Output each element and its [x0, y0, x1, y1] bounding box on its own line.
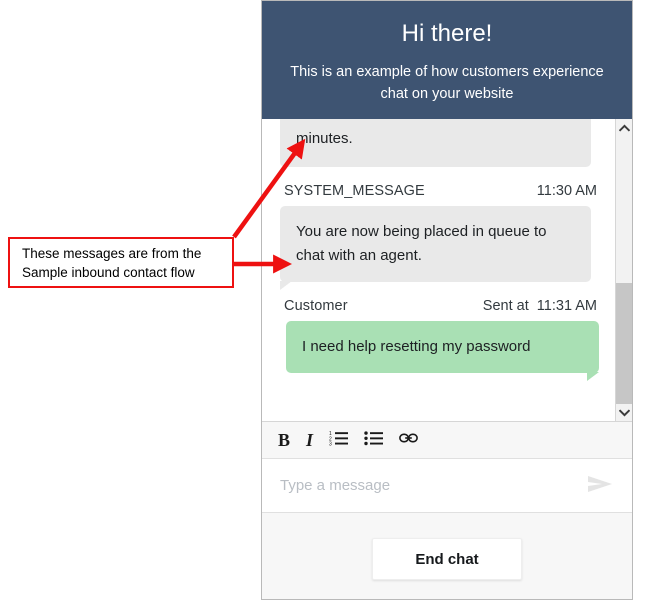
- bold-button[interactable]: B: [278, 431, 290, 449]
- italic-button[interactable]: I: [306, 431, 313, 449]
- chat-footer: End chat: [262, 513, 632, 599]
- message-meta: SYSTEM_MESSAGE 11:30 AM: [280, 169, 601, 206]
- message-time: Sent at 11:31 AM: [482, 298, 597, 314]
- chat-greeting: Hi there!: [401, 20, 493, 47]
- message-input[interactable]: [280, 477, 584, 494]
- message-sender: Customer: [284, 298, 348, 314]
- messages-area: minutes. SYSTEM_MESSAGE 11:30 AM You are…: [262, 119, 632, 422]
- unordered-list-button[interactable]: [364, 430, 384, 450]
- ordered-list-button[interactable]: 1 2 3: [329, 430, 349, 450]
- chat-widget: Hi there! This is an example of how cust…: [261, 0, 633, 600]
- annotation-text: These messages are from the Sample inbou…: [22, 244, 201, 282]
- chat-header: Hi there! This is an example of how cust…: [262, 1, 632, 119]
- chevron-up-icon: [618, 124, 630, 132]
- message-item: SYSTEM_MESSAGE 11:30 AM You are now bein…: [280, 169, 601, 290]
- message-item: minutes.: [280, 119, 601, 167]
- ordered-list-icon: 1 2 3: [329, 430, 349, 450]
- scroll-down-button[interactable]: [616, 404, 632, 421]
- message-time: 11:30 AM: [536, 183, 597, 199]
- scrollbar-track[interactable]: [616, 136, 632, 404]
- chat-subtitle: This is an example of how customers expe…: [290, 64, 604, 102]
- scroll-up-button[interactable]: [616, 119, 632, 136]
- message-item: Customer Sent at 11:31 AM I need help re…: [280, 284, 601, 381]
- messages-list: minutes. SYSTEM_MESSAGE 11:30 AM You are…: [262, 119, 615, 421]
- annotation-text-line-1: These messages are from the: [22, 245, 202, 261]
- svg-text:3: 3: [329, 442, 332, 446]
- annotation-callout: These messages are from the Sample inbou…: [8, 237, 234, 288]
- unordered-list-icon: [364, 430, 384, 450]
- send-icon: [586, 474, 614, 497]
- annotation-text-line-2: Sample inbound contact flow: [22, 264, 195, 280]
- message-composer: [262, 459, 632, 513]
- message-bubble-system: You are now being placed in queue to cha…: [280, 206, 591, 290]
- send-button[interactable]: [584, 474, 616, 497]
- messages-scrollbar[interactable]: [615, 119, 632, 421]
- link-button[interactable]: [399, 431, 418, 449]
- end-chat-button[interactable]: End chat: [372, 538, 522, 580]
- chevron-down-icon: [618, 408, 630, 417]
- message-meta: Customer Sent at 11:31 AM: [280, 284, 601, 321]
- scrollbar-thumb[interactable]: [616, 283, 632, 404]
- message-bubble-system: minutes.: [280, 119, 591, 167]
- message-bubble-customer: I need help resetting my password: [286, 321, 599, 381]
- formatting-toolbar: B I 1 2 3: [262, 422, 632, 459]
- link-icon: [399, 431, 418, 449]
- message-sender: SYSTEM_MESSAGE: [284, 183, 425, 199]
